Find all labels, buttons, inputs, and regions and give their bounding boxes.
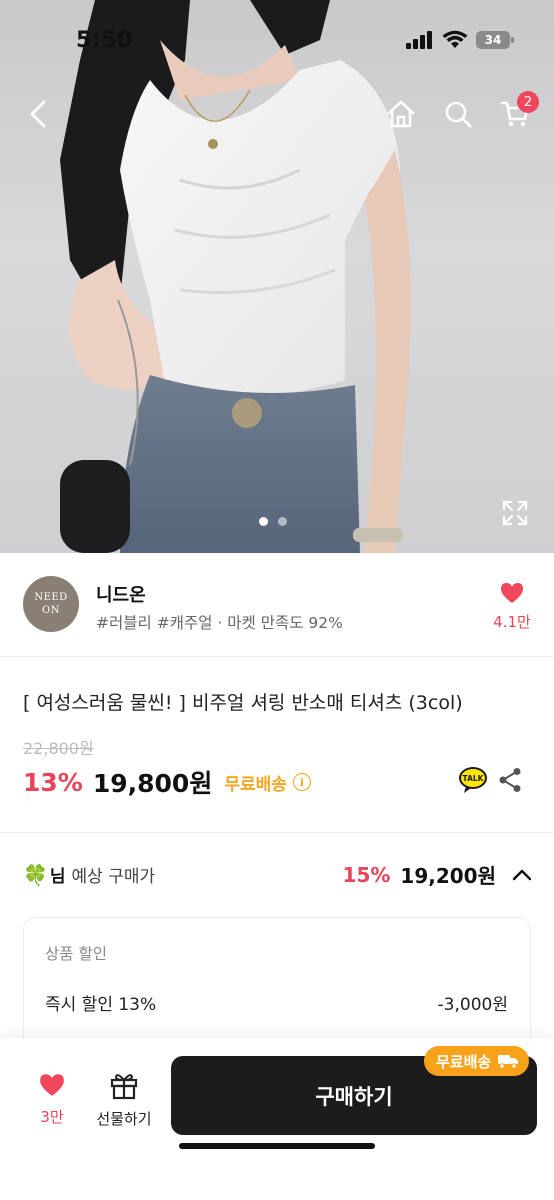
talk-icon: TALK bbox=[459, 767, 487, 793]
bottom-action-bar: 3만 선물하기 구매하기 무료배송 bbox=[0, 1038, 554, 1200]
sale-price: 19,800원 bbox=[92, 769, 213, 798]
gift-icon bbox=[110, 1074, 138, 1100]
discount-rate: 13% bbox=[23, 767, 83, 797]
expected-price-row[interactable]: 🍀 님 예상 구매가 15% 19,200원 bbox=[0, 850, 554, 900]
search-button[interactable] bbox=[436, 92, 480, 136]
like-button[interactable]: 3만 bbox=[30, 1072, 74, 1127]
talk-label: TALK bbox=[463, 774, 485, 783]
store-logo-line1: NEED bbox=[34, 592, 68, 603]
expected-price-values: 15% 19,200원 bbox=[343, 860, 532, 889]
info-icon[interactable]: i bbox=[292, 773, 311, 791]
share-button[interactable] bbox=[498, 767, 522, 797]
battery-level: 34 bbox=[484, 32, 502, 47]
expected-discount-rate: 15% bbox=[342, 862, 391, 887]
free-shipping-tag-label: 무료배송 bbox=[436, 1052, 492, 1071]
original-price: 22,800원 bbox=[23, 739, 94, 758]
chevron-left-icon bbox=[30, 100, 46, 128]
gift-button[interactable]: 선물하기 bbox=[92, 1070, 156, 1129]
status-icons: 34 bbox=[406, 30, 514, 49]
free-shipping-label: 무료배송 bbox=[224, 774, 287, 795]
user-honorific: 님 bbox=[49, 867, 66, 887]
instant-discount-label: 즉시 할인 13% bbox=[45, 995, 157, 1015]
store-tags: #러블리 #캐주얼 · 마켓 만족도 92% bbox=[96, 614, 343, 632]
heart-icon bbox=[501, 583, 523, 603]
store-logo-line2: ON bbox=[42, 605, 60, 616]
cart-count-badge: 2 bbox=[517, 91, 539, 113]
expected-price-label: 예상 구매가 bbox=[71, 867, 156, 887]
instant-discount-value: -3,000원 bbox=[437, 995, 508, 1015]
expected-price: 19,200원 bbox=[400, 864, 496, 888]
top-navigation: 2 bbox=[0, 91, 554, 136]
store-favorite-button[interactable]: 4.1만 bbox=[492, 581, 532, 632]
share-icon bbox=[499, 768, 521, 792]
back-button[interactable] bbox=[16, 92, 60, 136]
gallery-dot[interactable] bbox=[278, 517, 287, 526]
search-icon bbox=[445, 101, 472, 128]
store-favorite-count: 4.1만 bbox=[493, 613, 531, 631]
kakao-talk-button[interactable]: TALK bbox=[458, 766, 488, 798]
chevron-up-icon[interactable] bbox=[512, 869, 532, 881]
signal-icon bbox=[406, 30, 432, 49]
like-count: 3만 bbox=[40, 1108, 64, 1126]
wifi-icon bbox=[442, 30, 468, 48]
status-time: 5:50 bbox=[76, 28, 133, 53]
cart-button[interactable]: 2 bbox=[493, 91, 539, 136]
free-shipping-tag: 무료배송 bbox=[424, 1046, 530, 1076]
gallery-pagination bbox=[259, 517, 287, 526]
store-logo[interactable]: NEED ON bbox=[23, 576, 79, 632]
store-name[interactable]: 니드온 bbox=[96, 581, 146, 607]
product-image-gallery[interactable] bbox=[0, 0, 554, 553]
product-photo bbox=[60, 0, 411, 553]
heart-icon bbox=[40, 1074, 64, 1096]
home-indicator bbox=[179, 1143, 375, 1149]
battery-icon: 34 bbox=[476, 30, 514, 49]
expand-icon bbox=[502, 500, 528, 526]
home-button[interactable] bbox=[379, 92, 423, 136]
expand-image-button[interactable] bbox=[500, 498, 530, 528]
expected-price-label-group: 🍀 님 예상 구매가 bbox=[23, 862, 156, 888]
home-icon bbox=[387, 100, 415, 128]
discount-section-heading: 상품 할인 bbox=[45, 945, 107, 963]
gallery-dot-active[interactable] bbox=[259, 517, 268, 526]
section-divider bbox=[0, 832, 554, 833]
product-title: [ 여성스러움 물씬! ] 비주얼 셔링 반소매 티셔츠 (3col) bbox=[23, 692, 463, 714]
gift-label: 선물하기 bbox=[96, 1110, 152, 1128]
status-bar: 5:50 34 bbox=[0, 26, 554, 58]
store-row[interactable]: NEED ON 니드온 #러블리 #캐주얼 · 마켓 만족도 92% 4.1만 bbox=[0, 553, 554, 657]
price-row: 13% 19,800원 무료배송 i bbox=[23, 765, 311, 799]
clover-icon: 🍀 bbox=[23, 862, 48, 887]
truck-icon bbox=[498, 1055, 519, 1069]
